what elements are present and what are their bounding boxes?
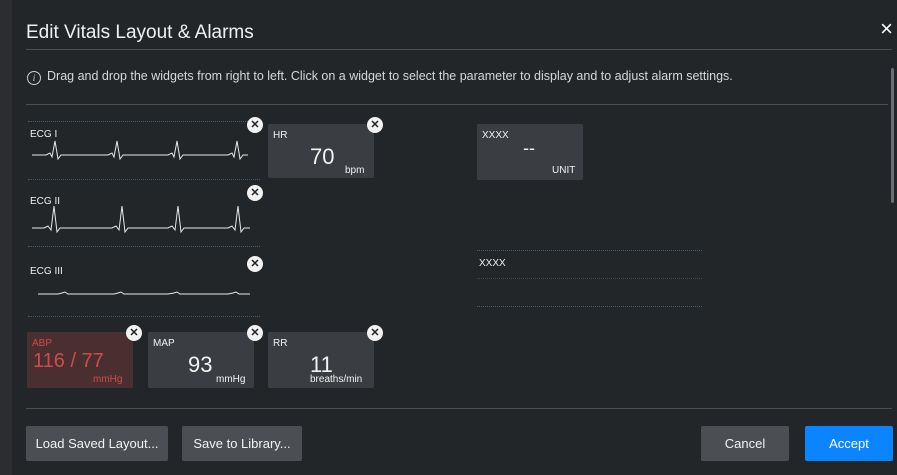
waveform-widget-ecg-iii[interactable]: ECG III [28, 258, 260, 317]
tile-unit: mmHg [93, 374, 123, 385]
info-text: Drag and drop the widgets from right to … [47, 69, 733, 83]
close-icon[interactable]: × [880, 18, 893, 40]
remove-widget-icon[interactable]: ✕ [367, 117, 383, 133]
tile-abp[interactable]: ABP 116 / 77 mmHg [27, 332, 133, 388]
divider [26, 104, 888, 105]
scrollbar[interactable] [891, 68, 894, 203]
tile-hr[interactable]: HR 70 bpm [268, 124, 374, 178]
save-to-library-button[interactable]: Save to Library... [182, 426, 302, 461]
remove-widget-icon[interactable]: ✕ [247, 117, 263, 133]
ecg-trace [32, 205, 250, 234]
waveform-widget-ecg-ii[interactable]: ECG II [28, 188, 260, 247]
tile-name: RR [273, 338, 288, 349]
tile-name: ABP [32, 338, 53, 349]
remove-widget-icon[interactable]: ✕ [126, 325, 142, 341]
remove-widget-icon[interactable]: ✕ [247, 256, 263, 272]
dialog-title: Edit Vitals Layout & Alarms [26, 22, 254, 43]
tile-value: 70 [310, 144, 335, 169]
ecg-trace [38, 291, 250, 295]
cancel-button[interactable]: Cancel [701, 426, 789, 461]
tile-unit: bpm [345, 165, 365, 176]
remove-widget-icon[interactable]: ✕ [247, 185, 263, 201]
divider [26, 49, 892, 50]
tile-rr[interactable]: RR 11 breaths/min [268, 332, 374, 388]
library-numeric-widget[interactable]: XXXX -- UNIT [477, 124, 583, 180]
tile-map[interactable]: MAP 93 mmHg [148, 332, 254, 388]
waveform-widget-ecg-i[interactable]: ECG I [28, 121, 260, 180]
info-icon: i [27, 71, 41, 85]
tile-value: 93 [188, 352, 213, 377]
remove-widget-icon[interactable]: ✕ [367, 325, 383, 341]
info-message: i Drag and drop the widgets from right to… [27, 69, 733, 85]
edit-vitals-dialog: Edit Vitals Layout & Alarms × i Drag and … [12, 0, 897, 475]
tile-value: 116 / 77 [33, 350, 104, 372]
tile-name: XXXX [482, 130, 509, 141]
remove-widget-icon[interactable]: ✕ [247, 325, 263, 341]
tile-value: -- [523, 138, 535, 158]
divider [26, 408, 892, 409]
ecg-trace [32, 140, 248, 161]
tile-unit: mmHg [216, 374, 246, 385]
accept-button[interactable]: Accept [805, 426, 893, 461]
tile-name: HR [273, 130, 288, 141]
waveform-label: XXXX [479, 258, 506, 269]
load-saved-layout-button[interactable]: Load Saved Layout... [26, 426, 168, 461]
tile-unit: UNIT [552, 165, 576, 176]
library-waveform-widget[interactable]: XXXX [477, 250, 702, 307]
tile-unit: breaths/min [310, 374, 363, 385]
tile-name: MAP [153, 338, 175, 349]
